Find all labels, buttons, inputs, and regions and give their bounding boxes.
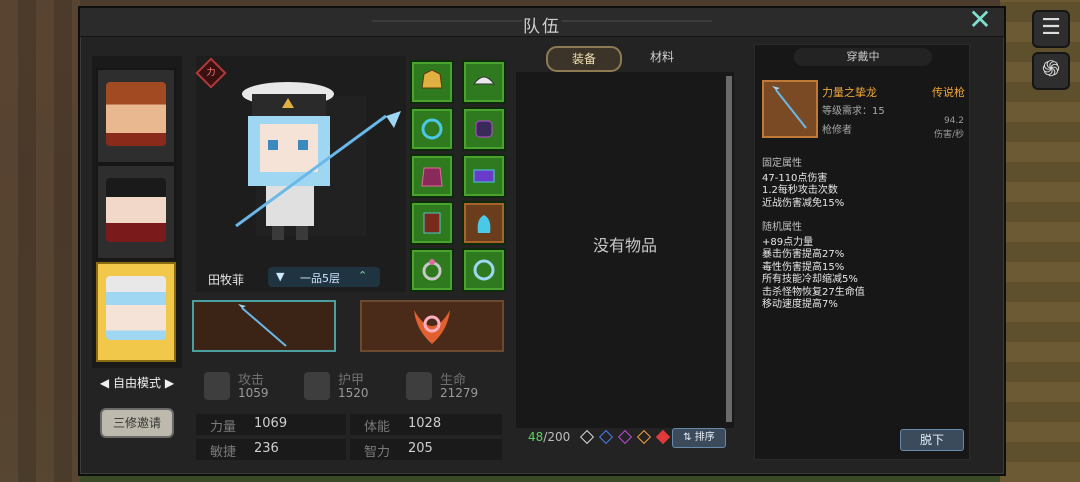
swirl-icon[interactable]: ֍ bbox=[1032, 52, 1070, 90]
tab-materials[interactable]: 材料 bbox=[632, 46, 692, 68]
attr-stamina: 体能 1028 bbox=[350, 414, 502, 435]
fixed-attributes: 固定属性 47-110点伤害 1.2每秒攻击次数 近战伤害减免15% bbox=[762, 158, 845, 209]
slot-ring-2[interactable] bbox=[462, 248, 506, 292]
rank-label: 一品5层 bbox=[300, 272, 340, 285]
empty-inventory-text: 没有物品 bbox=[592, 236, 657, 255]
attribute-table: 力量 1069 体能 1028 敏捷 236 智力 205 bbox=[196, 414, 502, 462]
sort-button[interactable]: ⇅ 排序 bbox=[672, 428, 726, 448]
character-card-1[interactable] bbox=[96, 68, 176, 164]
slot-armor[interactable] bbox=[410, 154, 454, 198]
filter-rare-icon[interactable] bbox=[598, 429, 614, 445]
window-title: 队伍 bbox=[523, 17, 561, 37]
health-cross-icon bbox=[406, 372, 432, 400]
character-list bbox=[92, 56, 182, 368]
item-requirement: 等级需求：15 bbox=[822, 106, 885, 117]
gloves-icon bbox=[475, 120, 493, 138]
main-weapon-slot[interactable] bbox=[192, 300, 336, 352]
title-bar: 队伍 bbox=[80, 8, 1004, 37]
mode-selector[interactable]: ◀ 自由模式 ▶ bbox=[92, 374, 182, 392]
hero-name: 田牧菲 bbox=[208, 273, 245, 287]
ring-icon bbox=[473, 259, 495, 281]
cap-icon bbox=[473, 76, 495, 85]
avatar bbox=[106, 276, 166, 340]
hero-view bbox=[196, 56, 406, 292]
item-icon-frame[interactable] bbox=[762, 80, 818, 138]
rarity-filters bbox=[579, 429, 671, 445]
armor-icon bbox=[421, 167, 443, 187]
stat-armor: 护甲 1520 bbox=[300, 366, 400, 406]
attr-intellect: 智力 205 bbox=[350, 439, 502, 460]
tab-equipment[interactable]: 装备 bbox=[546, 46, 622, 72]
mode-label: 自由模式 bbox=[112, 376, 161, 390]
close-button[interactable]: ✕ bbox=[966, 6, 994, 34]
attr-agility: 敏捷 236 bbox=[196, 439, 346, 460]
spear-icon bbox=[772, 86, 807, 129]
random-attributes: 随机属性 +89点力量 暴击伤害提高27% 毒性伤害提高15% 所有技能冷却缩减… bbox=[762, 222, 865, 310]
bag-max: /200 bbox=[543, 430, 571, 444]
arrow-right-icon[interactable]: ▶ bbox=[165, 376, 174, 390]
world-left-strip bbox=[0, 0, 80, 482]
character-card-2[interactable] bbox=[96, 164, 176, 260]
character-card-3[interactable] bbox=[96, 262, 176, 362]
item-name: 力量之挚龙 bbox=[822, 86, 877, 99]
slot-necklace[interactable] bbox=[410, 107, 454, 151]
helmet-icon bbox=[421, 69, 443, 89]
rank-icon: ▼ bbox=[276, 270, 285, 283]
menu-icon[interactable]: ☰ bbox=[1032, 10, 1070, 48]
stat-health: 生命 21279 bbox=[402, 366, 502, 406]
avatar bbox=[106, 178, 166, 242]
slot-gloves[interactable] bbox=[462, 107, 506, 151]
filter-common-icon[interactable] bbox=[579, 429, 595, 445]
attr-strength: 力量 1069 bbox=[196, 414, 346, 435]
slot-cap[interactable] bbox=[462, 60, 506, 104]
item-dps: 94.2 bbox=[943, 116, 964, 126]
necklace-icon bbox=[421, 118, 443, 140]
slot-ring-1[interactable] bbox=[410, 248, 454, 292]
item-type: 传说枪 bbox=[932, 86, 965, 99]
filter-legendary-icon[interactable] bbox=[636, 429, 652, 445]
stat-attack: 攻击 1059 bbox=[200, 366, 300, 406]
secondary-slot[interactable] bbox=[360, 300, 504, 352]
slot-pet[interactable] bbox=[462, 201, 506, 245]
shield-icon bbox=[304, 372, 330, 400]
rank-badge[interactable]: ▼ 一品5层 ⌃ bbox=[268, 267, 380, 287]
filter-mythic-icon[interactable] bbox=[655, 429, 671, 445]
equipped-header: 穿戴中 bbox=[794, 48, 932, 66]
item-class: 枪修者 bbox=[822, 125, 852, 136]
slot-helmet[interactable] bbox=[410, 60, 454, 104]
ring-icon bbox=[422, 259, 442, 281]
bag-count: 48 bbox=[528, 430, 544, 444]
unequip-button[interactable]: 脱下 bbox=[900, 429, 964, 451]
invite-button[interactable]: 三修邀请 bbox=[100, 408, 174, 438]
upgrade-chevron-icon: ⌃ bbox=[358, 269, 368, 282]
combat-stats: 攻击 1059 护甲 1520 生命 21279 bbox=[196, 366, 502, 406]
sword-icon bbox=[204, 372, 230, 400]
hero-sprite bbox=[196, 56, 406, 266]
sort-icon: ⇅ bbox=[683, 432, 695, 443]
filter-epic-icon[interactable] bbox=[617, 429, 633, 445]
pet-icon bbox=[477, 215, 491, 233]
slot-belt[interactable] bbox=[462, 154, 506, 198]
item-dps-label: 伤害/秒 bbox=[933, 130, 964, 140]
demon-emblem-icon bbox=[414, 310, 450, 344]
arrow-left-icon[interactable]: ◀ bbox=[100, 376, 109, 390]
inventory-tabs: 装备 材料 bbox=[546, 46, 696, 72]
spear-icon bbox=[238, 304, 287, 347]
avatar bbox=[106, 82, 166, 146]
slot-boots[interactable] bbox=[410, 201, 454, 245]
belt-icon bbox=[473, 169, 495, 183]
bag-capacity: 48/200 bbox=[528, 430, 570, 444]
boots-icon bbox=[423, 212, 441, 234]
